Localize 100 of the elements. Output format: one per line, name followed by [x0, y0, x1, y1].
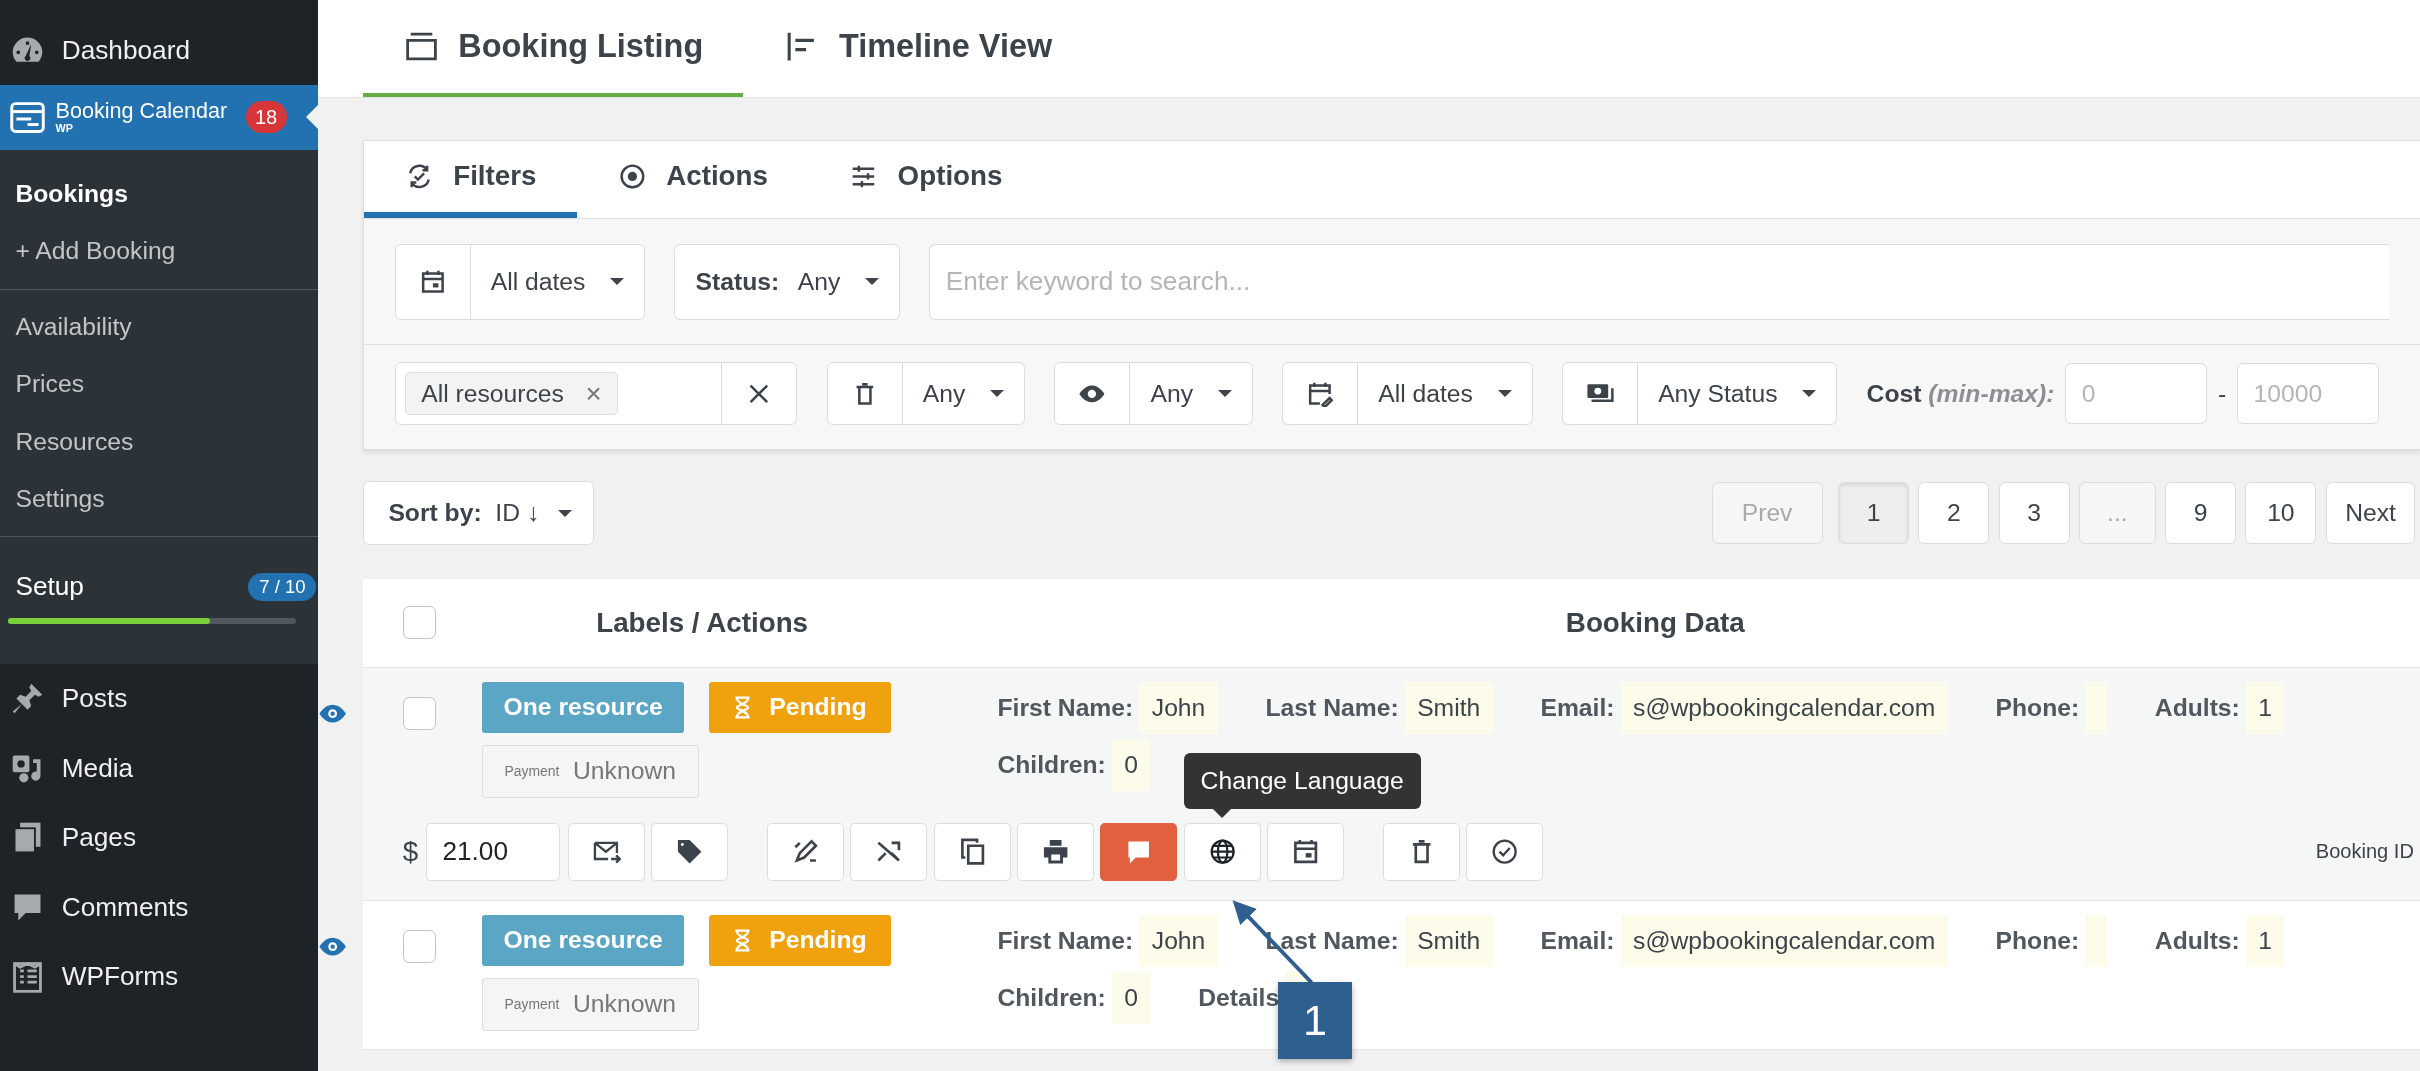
payment-badge: Payment Unknown — [481, 977, 699, 1031]
min-cost-field[interactable]: 0 — [2065, 363, 2208, 424]
calendar-button[interactable] — [1266, 822, 1345, 882]
sidebar-item[interactable]: WPForms — [0, 941, 318, 1012]
field-label: Phone: — [1995, 926, 2080, 955]
page-button[interactable]: 3 — [1998, 482, 2070, 544]
submenu-item[interactable]: Bookings — [0, 165, 318, 223]
caret-icon — [864, 278, 879, 286]
resource-tag: All resources × — [404, 372, 619, 415]
resource-filter[interactable]: All resources × — [394, 362, 798, 425]
status-badge: Pending — [709, 681, 892, 733]
notes-button[interactable] — [1100, 822, 1178, 882]
check-circle-icon — [1489, 837, 1520, 867]
range-separator: - — [2218, 379, 2227, 408]
field-label: Children: — [997, 751, 1106, 780]
field-value: 0 — [1112, 971, 1151, 1025]
search-field[interactable]: Enter keyword to search... — [929, 243, 2390, 320]
sidebar-item[interactable]: Posts — [0, 664, 318, 734]
field-value: 0 — [1112, 738, 1151, 792]
copy-button[interactable] — [933, 822, 1011, 882]
page-button[interactable]: 10 — [2245, 482, 2317, 544]
field-value: John — [1139, 681, 1218, 735]
field-value: John — [1139, 914, 1218, 968]
callout-number: 1 — [1277, 981, 1352, 1059]
modified-date-filter[interactable]: All dates — [1282, 362, 1533, 425]
field-value: s@wpbookingcalendar.com — [1620, 914, 1948, 968]
column-header: Booking Data — [1565, 606, 1745, 639]
booking-id-label: Booking ID — [2315, 840, 2414, 864]
row-checkbox[interactable] — [402, 697, 436, 730]
shuffle-button[interactable] — [850, 822, 928, 882]
count-badge: 18 — [245, 101, 287, 134]
sidebar-item[interactable]: Pages — [0, 802, 318, 873]
email-button[interactable] — [567, 822, 646, 882]
edit-button[interactable] — [767, 822, 845, 882]
hourglass-icon — [733, 928, 751, 952]
view-tab[interactable]: Timeline View — [743, 0, 1093, 98]
date-filter[interactable]: All dates — [394, 243, 646, 320]
tag-button[interactable] — [651, 822, 729, 882]
max-cost-field[interactable]: 10000 — [2237, 363, 2380, 424]
field-value: Smith — [1404, 914, 1493, 968]
submenu-item[interactable]: + Add Booking — [0, 222, 318, 280]
field-label: Phone: — [1995, 693, 2080, 722]
page-button[interactable]: 9 — [2165, 482, 2237, 544]
field-value: s@wpbookingcalendar.com — [1620, 681, 1948, 735]
submenu-item[interactable]: Settings — [0, 470, 318, 528]
print-button[interactable] — [1017, 822, 1095, 882]
status-filter[interactable]: Status: Any — [674, 243, 900, 320]
field-label: Adults: — [2154, 926, 2240, 955]
caret-icon — [989, 390, 1004, 398]
tooltip: Change Language — [1183, 753, 1421, 809]
field-label: First Name: — [997, 926, 1134, 955]
caret-icon — [1217, 390, 1232, 398]
visibility-filter[interactable]: Any — [1054, 362, 1253, 425]
approve-button[interactable] — [1466, 822, 1544, 882]
filter-tab[interactable]: Options — [808, 140, 1043, 219]
field-label: Adults: — [2154, 693, 2240, 722]
tooltip-pointer — [1212, 808, 1231, 818]
caret-icon — [610, 278, 625, 286]
select-all-checkbox[interactable] — [402, 606, 436, 640]
field-label: Email: — [1540, 926, 1615, 955]
submenu-item[interactable]: Availability — [0, 298, 318, 356]
resource-badge: One resource — [481, 914, 685, 966]
sidebar-item[interactable]: Comments — [0, 872, 318, 942]
sidebar-item[interactable]: Media — [0, 733, 318, 803]
payment-status-filter[interactable]: Any Status — [1562, 362, 1838, 425]
submenu-item[interactable]: Prices — [0, 355, 318, 413]
field-label: Children: — [997, 983, 1106, 1012]
setup-link[interactable]: Setup — [15, 571, 84, 603]
sidebar-item[interactable]: Booking Calendar WP 18 — [0, 84, 318, 150]
field-label: First Name: — [997, 693, 1134, 722]
page-button[interactable]: 2 — [1918, 482, 1990, 544]
cost-label: Cost (min-max): — [1866, 379, 2055, 408]
field-value: 1 — [2246, 914, 2285, 968]
submenu-item[interactable]: Resources — [0, 412, 318, 471]
trash-button[interactable] — [1382, 822, 1460, 882]
field-label: Details — [1198, 983, 1280, 1012]
row-checkbox[interactable] — [402, 930, 436, 963]
progress-badge: 7 / 10 — [248, 572, 317, 601]
field-value: Smith — [1404, 681, 1493, 735]
field-value: 1 — [2246, 681, 2285, 735]
page-button[interactable]: Next — [2325, 482, 2416, 544]
sort-dropdown[interactable]: Sort by: ID ↓ — [362, 481, 595, 545]
language-button[interactable] — [1183, 822, 1261, 882]
caret-icon — [557, 509, 572, 517]
field-label: Last Name: — [1265, 693, 1399, 722]
filter-tab[interactable]: Filters — [363, 140, 577, 219]
page-button[interactable]: 1 — [1838, 482, 1910, 544]
remove-icon[interactable]: × — [585, 379, 602, 408]
field-label: Email: — [1540, 693, 1615, 722]
payment-badge: Payment Unknown — [481, 745, 699, 798]
current-page-pointer — [305, 104, 318, 129]
trash-filter[interactable]: Any — [826, 362, 1025, 425]
currency-symbol: $ — [402, 835, 419, 868]
resource-badge: One resource — [481, 681, 685, 733]
caret-icon — [1802, 390, 1817, 398]
cost-field[interactable]: 21.00 — [425, 822, 561, 882]
filter-tab[interactable]: Actions — [576, 140, 809, 219]
hourglass-icon — [733, 695, 751, 719]
view-tab[interactable]: Booking Listing — [362, 0, 744, 98]
sidebar-item[interactable]: Dashboard — [0, 15, 318, 85]
